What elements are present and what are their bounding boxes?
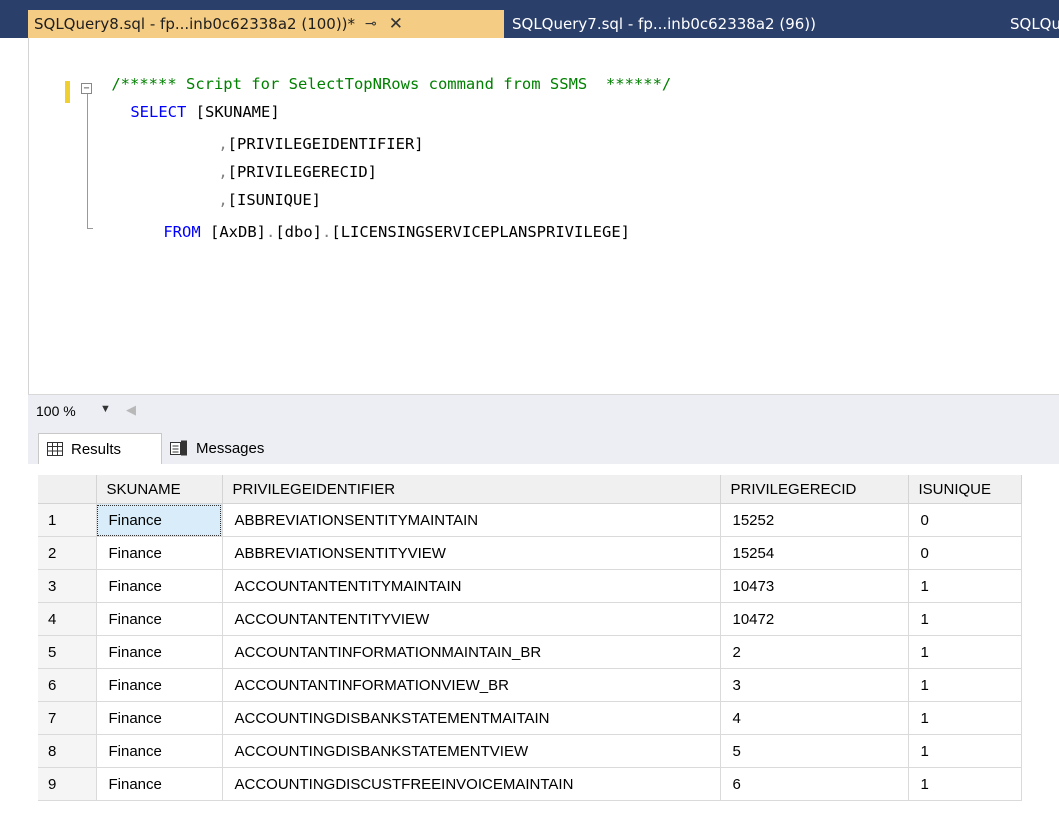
zoom-bar: 100 % ▼ ◀ bbox=[28, 394, 1059, 429]
document-tab-bar: SQLQuery8.sql - fp...inb0c62338a2 (100))… bbox=[0, 0, 1059, 38]
sql-keyword-select: SELECT bbox=[130, 103, 187, 121]
results-grid[interactable]: SKUNAME PRIVILEGEIDENTIFIER PRIVILEGEREC… bbox=[38, 475, 1038, 819]
tab-title: SQLQu bbox=[1010, 15, 1059, 33]
row-number[interactable]: 9 bbox=[38, 767, 97, 801]
table-row[interactable]: 7 Finance ACCOUNTINGDISBANKSTATEMENTMAITAI… bbox=[38, 701, 1022, 735]
table-row[interactable]: 5 Finance ACCOUNTANTINFORMATIONMAINTAIN_BR… bbox=[38, 635, 1022, 669]
tab-title: SQLQuery7.sql - fp...inb0c62338a2 (96)) bbox=[512, 15, 816, 33]
column-header[interactable]: SKUNAME bbox=[96, 475, 223, 504]
zoom-level[interactable]: 100 % bbox=[36, 403, 76, 419]
table-cell[interactable]: 1 bbox=[908, 635, 1022, 669]
table-cell[interactable]: ABBREVIATIONSENTITYVIEW bbox=[222, 536, 721, 570]
code-line-col3: ,[PRIVILEGERECID] bbox=[181, 138, 377, 181]
table-cell[interactable]: 15252 bbox=[720, 503, 909, 537]
table-cell[interactable]: Finance bbox=[96, 767, 223, 801]
grid-icon bbox=[47, 442, 63, 456]
sql-table: [LICENSINGSERVICEPLANSPRIVILEGE] bbox=[331, 223, 630, 241]
table-cell[interactable]: 4 bbox=[720, 701, 909, 735]
results-table: SKUNAME PRIVILEGEIDENTIFIER PRIVILEGEREC… bbox=[38, 475, 1022, 801]
code-line-comment: /****** Script for SelectTopNRows comman… bbox=[74, 50, 671, 93]
table-cell[interactable]: ABBREVIATIONSENTITYMAINTAIN bbox=[222, 503, 721, 537]
column-header[interactable]: PRIVILEGERECID bbox=[720, 475, 909, 504]
code-line-from: FROM [AxDB].[dbo].[LICENSINGSERVICEPLANS… bbox=[126, 198, 630, 241]
table-cell[interactable]: Finance bbox=[96, 503, 223, 537]
tab-sqlquery7[interactable]: SQLQuery7.sql - fp...inb0c62338a2 (96)) bbox=[512, 10, 816, 38]
row-number[interactable]: 6 bbox=[38, 668, 97, 702]
table-cell[interactable]: ACCOUNTANTINFORMATIONVIEW_BR bbox=[222, 668, 721, 702]
table-cell[interactable]: 1 bbox=[908, 668, 1022, 702]
query-editor[interactable]: − /****** Script for SelectTopNRows comm… bbox=[28, 38, 1059, 394]
table-cell[interactable]: 3 bbox=[720, 668, 909, 702]
row-number[interactable]: 4 bbox=[38, 602, 97, 636]
table-cell[interactable]: ACCOUNTINGDISBANKSTATEMENTVIEW bbox=[222, 734, 721, 768]
table-cell[interactable]: 10472 bbox=[720, 602, 909, 636]
table-cell[interactable]: 10473 bbox=[720, 569, 909, 603]
table-row[interactable]: 6 Finance ACCOUNTANTINFORMATIONVIEW_BR 3 1 bbox=[38, 668, 1022, 702]
table-cell[interactable]: 1 bbox=[908, 701, 1022, 735]
code-line-col2: ,[PRIVILEGEIDENTIFIER] bbox=[181, 110, 423, 153]
tab-results[interactable]: Results bbox=[38, 433, 162, 464]
results-tab-strip: Results Messages bbox=[28, 428, 1059, 464]
tab-title: SQLQuery8.sql - fp...inb0c62338a2 (100))… bbox=[34, 15, 356, 33]
header-row: SKUNAME PRIVILEGEIDENTIFIER PRIVILEGEREC… bbox=[38, 475, 1022, 504]
sql-dot: . bbox=[266, 223, 276, 241]
table-row[interactable]: 9 Finance ACCOUNTINGDISCUSTFREEINVOICEMAIN… bbox=[38, 767, 1022, 801]
tab-sqlquery-truncated[interactable]: SQLQu bbox=[1010, 10, 1059, 38]
table-cell[interactable]: Finance bbox=[96, 635, 223, 669]
messages-icon bbox=[170, 440, 187, 456]
table-cell[interactable]: 0 bbox=[908, 503, 1022, 537]
chevron-down-icon[interactable]: ▼ bbox=[100, 403, 111, 415]
fold-guide-end bbox=[87, 228, 93, 229]
table-cell[interactable]: ACCOUNTANTENTITYMAINTAIN bbox=[222, 569, 721, 603]
table-cell[interactable]: 1 bbox=[908, 767, 1022, 801]
table-cell[interactable]: 6 bbox=[720, 767, 909, 801]
table-cell[interactable]: ACCOUNTANTINFORMATIONMAINTAIN_BR bbox=[222, 635, 721, 669]
table-row[interactable]: 3 Finance ACCOUNTANTENTITYMAINTAIN 10473 1 bbox=[38, 569, 1022, 603]
sql-database: [AxDB] bbox=[210, 223, 266, 241]
table-cell[interactable]: 2 bbox=[720, 635, 909, 669]
row-number[interactable]: 2 bbox=[38, 536, 97, 570]
table-row[interactable]: 8 Finance ACCOUNTINGDISBANKSTATEMENTVIEW 5 1 bbox=[38, 734, 1022, 768]
table-cell[interactable]: 15254 bbox=[720, 536, 909, 570]
column-header[interactable]: PRIVILEGEIDENTIFIER bbox=[222, 475, 721, 504]
tab-results-label: Results bbox=[71, 440, 122, 458]
row-number[interactable]: 7 bbox=[38, 701, 97, 735]
table-row[interactable]: 1 Finance ABBREVIATIONSENTITYMAINTAIN 15252… bbox=[38, 503, 1022, 537]
column-header-rownum[interactable] bbox=[38, 475, 97, 504]
table-row[interactable]: 2 Finance ABBREVIATIONSENTITYVIEW 15254 0 bbox=[38, 536, 1022, 570]
code-line-col4: ,[ISUNIQUE] bbox=[181, 166, 321, 209]
scroll-left-icon[interactable]: ◀ bbox=[126, 402, 136, 418]
table-cell[interactable]: ACCOUNTANTENTITYVIEW bbox=[222, 602, 721, 636]
sql-keyword-from: FROM bbox=[163, 223, 201, 241]
table-row[interactable]: 4 Finance ACCOUNTANTENTITYVIEW 10472 1 bbox=[38, 602, 1022, 636]
table-cell[interactable]: Finance bbox=[96, 668, 223, 702]
table-cell[interactable]: Finance bbox=[96, 701, 223, 735]
table-cell[interactable]: ACCOUNTINGDISBANKSTATEMENTMAITAIN bbox=[222, 701, 721, 735]
table-cell[interactable]: 1 bbox=[908, 734, 1022, 768]
table-cell[interactable]: 1 bbox=[908, 602, 1022, 636]
pin-icon[interactable]: ⊸ bbox=[365, 16, 377, 32]
sql-schema: [dbo] bbox=[275, 223, 323, 241]
change-indicator bbox=[65, 81, 70, 103]
column-header[interactable]: ISUNIQUE bbox=[908, 475, 1022, 504]
close-icon[interactable]: ✕ bbox=[389, 14, 403, 34]
table-cell[interactable]: 5 bbox=[720, 734, 909, 768]
table-cell[interactable]: Finance bbox=[96, 569, 223, 603]
table-cell[interactable]: Finance bbox=[96, 734, 223, 768]
sql-dot: . bbox=[322, 223, 332, 241]
table-cell[interactable]: ACCOUNTINGDISCUSTFREEINVOICEMAINTAIN bbox=[222, 767, 721, 801]
row-number[interactable]: 1 bbox=[38, 503, 97, 537]
table-cell[interactable]: Finance bbox=[96, 602, 223, 636]
row-number[interactable]: 3 bbox=[38, 569, 97, 603]
table-cell[interactable]: 0 bbox=[908, 536, 1022, 570]
tab-messages-label: Messages bbox=[196, 439, 265, 457]
row-number[interactable]: 5 bbox=[38, 635, 97, 669]
row-number[interactable]: 8 bbox=[38, 734, 97, 768]
table-cell[interactable]: 1 bbox=[908, 569, 1022, 603]
code-line-select: SELECT [SKUNAME] bbox=[93, 78, 279, 121]
table-cell[interactable]: Finance bbox=[96, 536, 223, 570]
tab-messages[interactable]: Messages bbox=[162, 433, 304, 463]
tab-sqlquery8[interactable]: SQLQuery8.sql - fp...inb0c62338a2 (100))… bbox=[28, 10, 504, 38]
